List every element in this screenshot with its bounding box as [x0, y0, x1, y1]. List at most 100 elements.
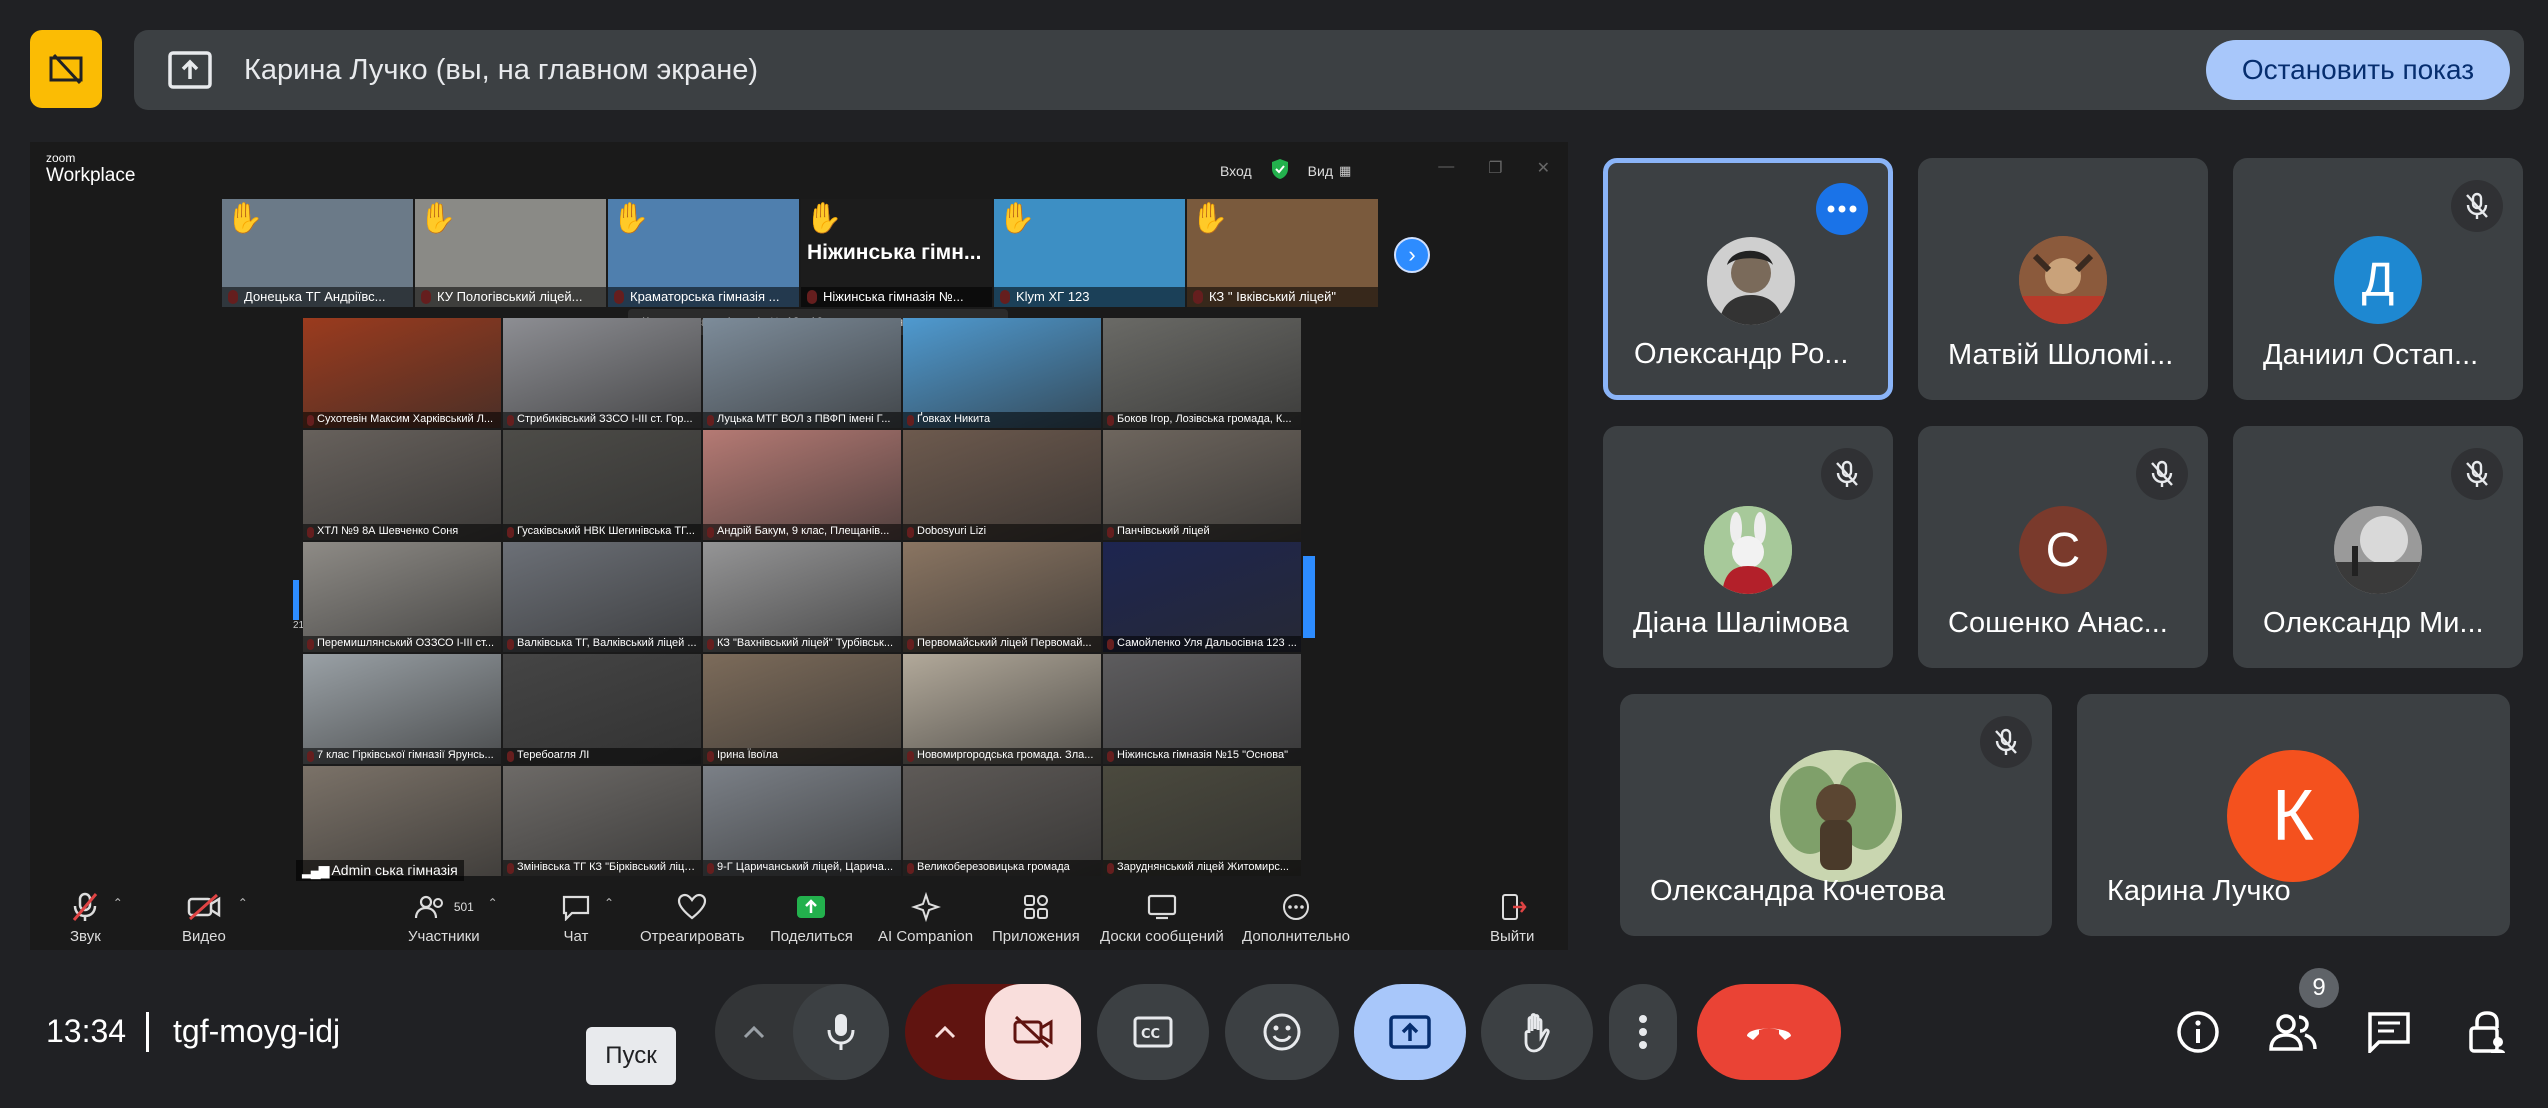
- participants-icon: 501: [414, 890, 474, 924]
- meeting-code: tgf-moyg-idj: [173, 1013, 341, 1049]
- chevron-right-icon: ›: [1394, 237, 1430, 273]
- people-count-badge: 9: [2299, 968, 2339, 1008]
- presenting-banner: Карина Лучко (вы, на главном экране) Ост…: [134, 30, 2524, 110]
- leave-call-button[interactable]: [1697, 984, 1841, 1080]
- chat-button[interactable]: [2359, 1002, 2419, 1062]
- thumbnail-label: Донецька ТГ Андріївс...: [222, 287, 413, 307]
- zoom-thumbnail: ✋ Klym ХГ 123: [994, 199, 1185, 307]
- zoom-sign-in: Вход: [1220, 162, 1252, 179]
- zoom-video-cell: Валківська ТГ, Валківський ліцей ...: [503, 542, 701, 652]
- participant-tile[interactable]: С Сошенко Анас...: [1918, 426, 2208, 668]
- info-icon: [2177, 1011, 2219, 1053]
- zoom-ai-companion: AI Companion: [878, 890, 973, 945]
- mic-off-icon: [1821, 448, 1873, 500]
- people-button[interactable]: [2263, 1002, 2323, 1062]
- thumbnail-label: КУ Пологівський ліцей...: [415, 287, 606, 307]
- zoom-thumbnail: ✋ КЗ " Івківський ліцей": [1187, 199, 1378, 307]
- participant-tile[interactable]: Матвій Шоломі...: [1918, 158, 2208, 400]
- video-cell-label: Боков Ігор, Лозівська громада, К...: [1103, 412, 1301, 428]
- more-options-button[interactable]: [1609, 984, 1677, 1080]
- zoom-video-cell: Сухотевін Максим Харківський Л...: [303, 318, 501, 428]
- sparkle-icon: [910, 890, 941, 924]
- video-cell-label: Луцька МТГ ВОЛ з ПВФП імені Г...: [703, 412, 901, 428]
- share-screen-icon: [795, 890, 827, 924]
- participant-tile[interactable]: Олександр Ро...: [1603, 158, 1893, 400]
- video-cell-label: Стрибиківський ЗЗСО І-ІІІ ст. Гор...: [503, 412, 701, 428]
- heart-icon: [677, 890, 707, 924]
- raised-hand-icon: ✋: [1191, 202, 1229, 235]
- participant-name: Матвій Шоломі...: [1948, 339, 2174, 371]
- more-options-button[interactable]: [1816, 183, 1868, 235]
- participant-tile[interactable]: Олександр Ми...: [2233, 426, 2523, 668]
- mic-off-icon: [71, 890, 99, 924]
- raised-hand-icon: ✋: [805, 202, 843, 235]
- chat-icon: [560, 890, 592, 924]
- zoom-video-cell: Змінівська ТГ КЗ "Бірківський ліце...: [503, 766, 701, 876]
- chat-icon: [2368, 1012, 2410, 1053]
- camera-controls: [905, 984, 1081, 1080]
- meeting-details-button[interactable]: [2168, 1002, 2228, 1062]
- video-cell-label: Перемишлянський ОЗЗСО І-ІІІ ст...: [303, 636, 501, 652]
- zoom-thumbnail: ✋ Ніжинська гімн... Ніжинська гімназія №..…: [801, 199, 992, 307]
- mic-icon: [827, 1014, 855, 1050]
- mic-off-icon: [2136, 448, 2188, 500]
- chevron-up-icon: [743, 1025, 765, 1039]
- video-cell-label: 7 клас Гірківської гімназії Ярунсь...: [303, 748, 501, 764]
- reactions-button[interactable]: [1225, 984, 1339, 1080]
- avatar: [1704, 506, 1792, 594]
- zoom-thumbnail-strip: ✋ Донецька ТГ Андріївс... ✋ КУ Пологівський…: [222, 199, 1380, 307]
- leave-door-icon: [1497, 890, 1527, 924]
- participant-tile[interactable]: Діана Шалімова: [1603, 426, 1893, 668]
- stop-presenting-button[interactable]: Остановить показ: [2206, 40, 2510, 100]
- zoom-logo: zoom Workplace: [46, 151, 136, 186]
- video-options-button[interactable]: [905, 984, 985, 1080]
- participant-name: Діана Шалімова: [1633, 607, 1849, 639]
- captions-button[interactable]: CC: [1097, 984, 1209, 1080]
- present-now-button[interactable]: [1354, 984, 1466, 1080]
- camera-off-indicator: [30, 30, 102, 108]
- raised-hand-icon: ✋: [612, 202, 650, 235]
- video-off-icon: [1013, 1015, 1053, 1049]
- participant-name: Даниил Остап...: [2263, 339, 2479, 371]
- zoom-video-cell: КЗ "Вахнівський ліцей" Турбівськ...: [703, 542, 901, 652]
- maximize-icon: ❐: [1488, 160, 1503, 177]
- shield-icon: [1270, 158, 1290, 183]
- participant-name: Олександр Ро...: [1634, 338, 1849, 370]
- raised-hand-icon: ✋: [998, 202, 1036, 235]
- mic-off-icon: [2451, 448, 2503, 500]
- zoom-view-menu: Вид: [1307, 162, 1333, 179]
- zoom-video-cell: 7 клас Гірківської гімназії Ярунсь...: [303, 654, 501, 764]
- video-cell-label: Ґовках Никита: [903, 412, 1101, 428]
- thumbnail-name-large: Ніжинська гімн...: [807, 241, 982, 264]
- caret-up-icon: ⌃: [112, 896, 123, 910]
- zoom-video-cell: Перемишлянський ОЗЗСО І-ІІІ ст...: [303, 542, 501, 652]
- divider: [146, 1012, 149, 1052]
- emoji-icon: [1263, 1013, 1301, 1051]
- participant-tile[interactable]: К Карина Лучко: [2077, 694, 2510, 936]
- zoom-share: Поделиться: [770, 890, 853, 945]
- camera-off-icon: [49, 53, 83, 85]
- audio-options-button[interactable]: [715, 984, 793, 1080]
- camera-button[interactable]: [985, 984, 1081, 1080]
- video-cell-label: Новомиргородська громада. Зла...: [903, 748, 1101, 764]
- microphone-button[interactable]: [793, 984, 889, 1080]
- zoom-chat: Чат ⌃: [560, 890, 614, 945]
- zoom-more: Дополнительно: [1242, 890, 1350, 945]
- present-to-all-icon: [1389, 1015, 1431, 1049]
- participant-tile[interactable]: Д Даниил Остап...: [2233, 158, 2523, 400]
- shared-screen-zoom-window: zoom Workplace Вход Вид ▦ — ❐ ✕ ✋ Донецьк…: [30, 142, 1568, 950]
- video-cell-label: Ірина Ївоїла: [703, 748, 901, 764]
- participant-tile[interactable]: Олександра Кочетова: [1620, 694, 2052, 936]
- side-panel-indicator-right: [1303, 556, 1315, 638]
- zoom-video-cell: Первомайський ліцей Первомай...: [903, 542, 1101, 652]
- thumbnail-label: Ніжинська гімназія №...: [801, 287, 992, 307]
- zoom-video: Видео ⌃: [182, 890, 248, 945]
- raise-hand-button[interactable]: [1481, 984, 1593, 1080]
- zoom-video-cell: Dobosyuri Lizi: [903, 430, 1101, 540]
- host-controls-button[interactable]: [2457, 1002, 2517, 1062]
- video-cell-label: Самойленко Уля Дальосівна 123 ...: [1103, 636, 1301, 652]
- zoom-video-cell: Луцька МТГ ВОЛ з ПВФП імені Г...: [703, 318, 901, 428]
- video-cell-label: Ніжинська гімназія №15 "Основа": [1103, 748, 1301, 764]
- hand-icon: [1524, 1013, 1550, 1053]
- apps-icon: [1021, 890, 1051, 924]
